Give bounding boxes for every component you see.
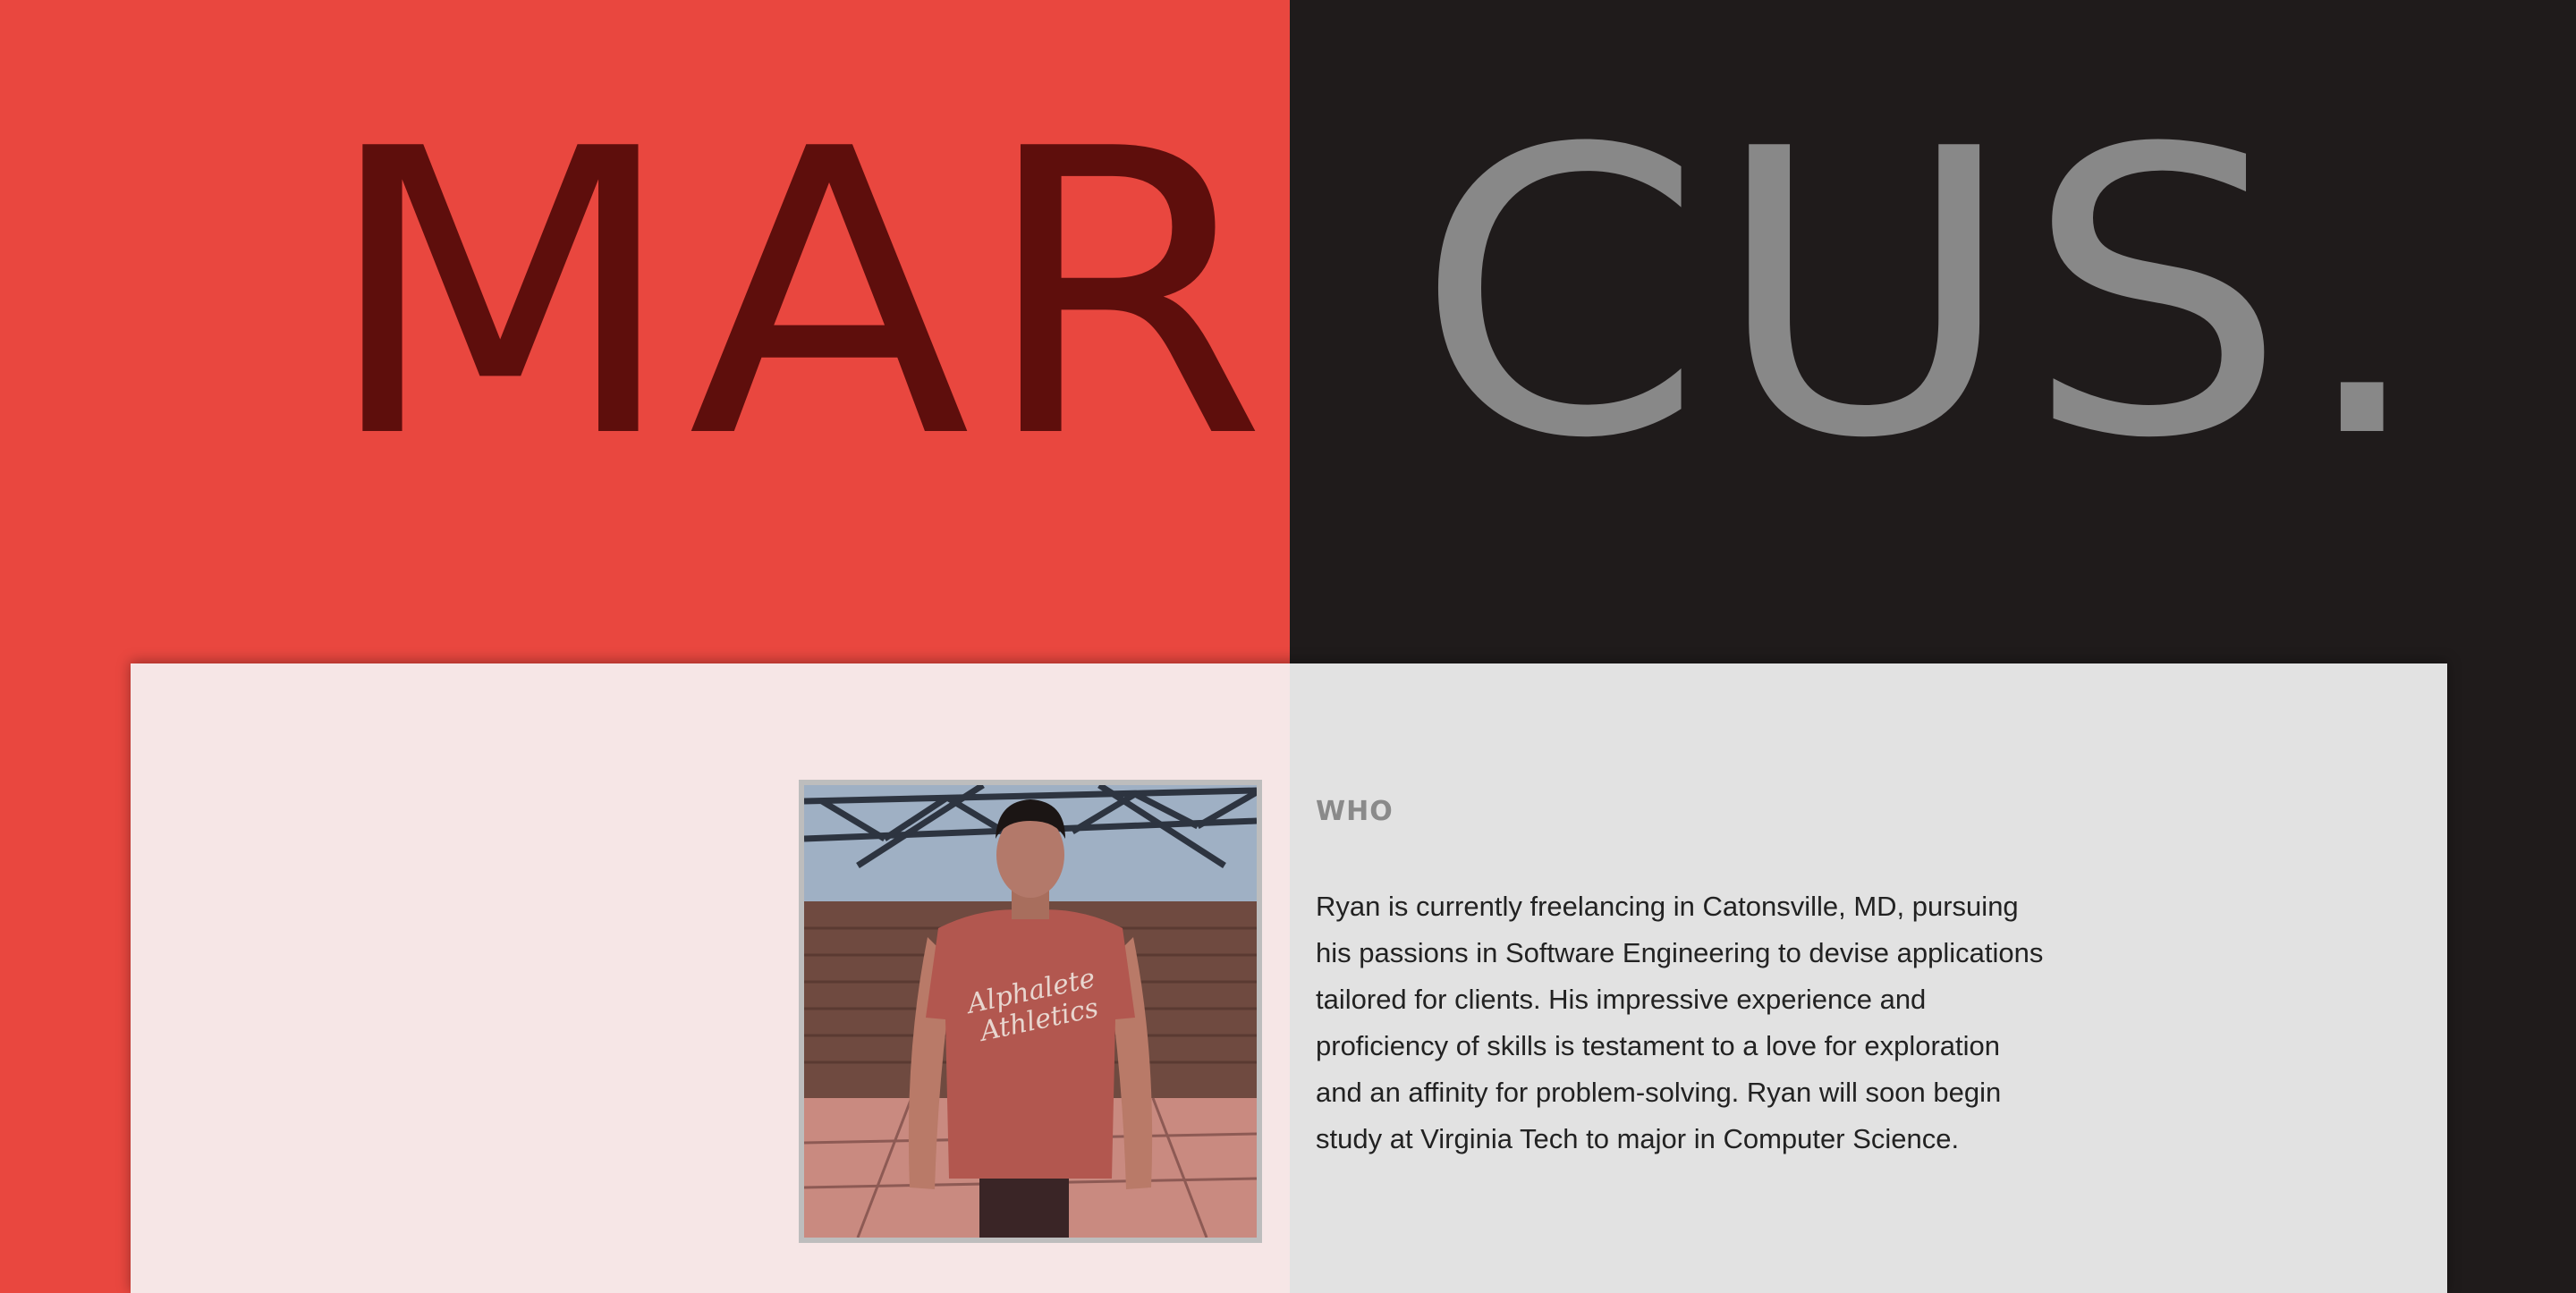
portrait-photo-icon: Alphalete Athletics xyxy=(799,780,1262,1243)
hero-name-left: MAR xyxy=(322,66,1277,524)
bio-paragraph: Ryan is currently freelancing in Catonsv… xyxy=(1316,891,2044,1154)
section-label-who: WHO xyxy=(1316,796,1394,827)
hero-name-right: CUS. xyxy=(1415,66,2437,524)
page: MAR CUS. Alphalete Athletics WHO Ryan is… xyxy=(0,0,2576,1293)
about-card: Alphalete Athletics xyxy=(131,663,2447,1293)
